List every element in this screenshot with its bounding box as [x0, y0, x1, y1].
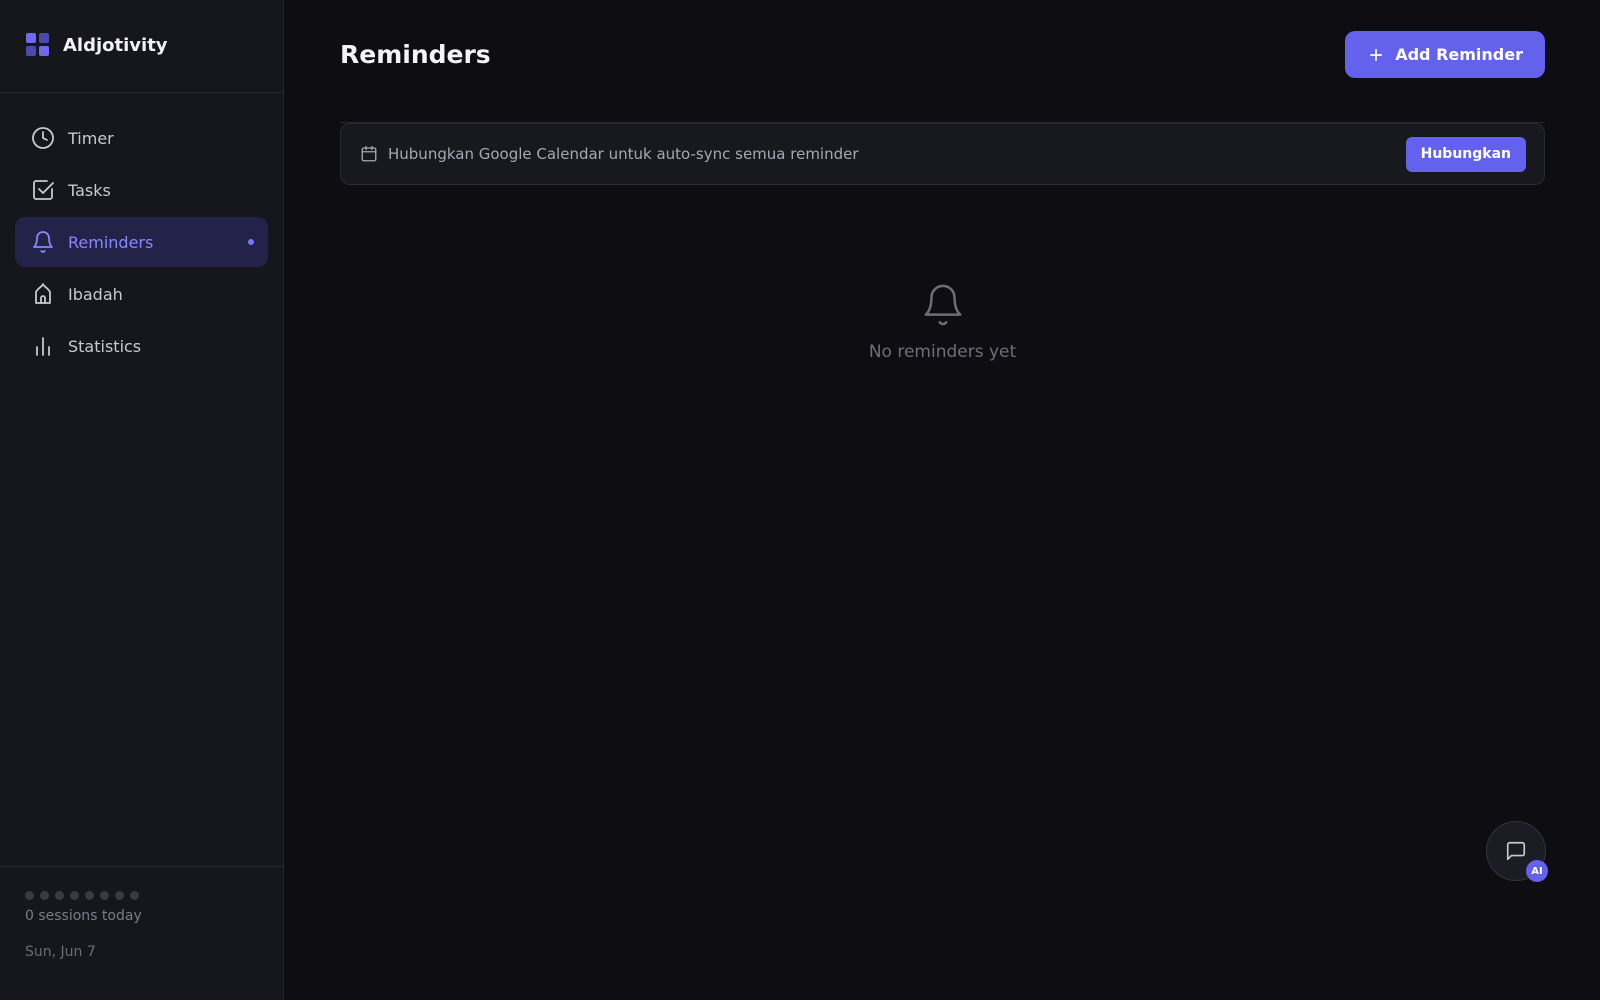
sidebar-item-statistics[interactable]: Statistics	[15, 321, 268, 371]
sessions-count: 0 sessions today	[25, 908, 142, 924]
banner-text: Hubungkan Google Calendar untuk auto-syn…	[388, 145, 859, 163]
app-name: Aldjotivity	[63, 34, 168, 56]
session-dot	[40, 891, 49, 900]
sidebar-nav: Timer Tasks Reminders Ibadah Statistics	[0, 93, 283, 371]
calendar-sync-banner: Hubungkan Google Calendar untuk auto-syn…	[340, 123, 1545, 185]
checkbox-icon	[30, 177, 56, 203]
clock-icon	[30, 125, 56, 151]
sidebar-item-ibadah[interactable]: Ibadah	[15, 269, 268, 319]
session-dot	[25, 891, 34, 900]
plus-icon	[1367, 46, 1385, 64]
connect-calendar-button[interactable]: Hubungkan	[1405, 136, 1526, 172]
add-reminder-label: Add Reminder	[1395, 45, 1523, 64]
sidebar-item-label: Statistics	[68, 336, 142, 356]
app-logo-icon	[26, 33, 50, 57]
session-dot	[70, 891, 79, 900]
current-date: Sun, Jun 7	[25, 944, 96, 960]
bar-chart-icon	[30, 333, 56, 359]
session-dot	[100, 891, 109, 900]
page-header: Reminders Add Reminder	[340, 0, 1545, 123]
sidebar-item-label: Tasks	[68, 180, 111, 200]
mosque-icon	[30, 281, 56, 307]
bell-icon	[340, 282, 1545, 328]
session-dot	[55, 891, 64, 900]
sidebar-item-tasks[interactable]: Tasks	[15, 165, 268, 215]
sidebar-item-reminders[interactable]: Reminders	[15, 217, 268, 267]
session-progress-dots	[25, 891, 260, 900]
calendar-icon	[360, 145, 378, 163]
page-title: Reminders	[340, 40, 491, 69]
session-dot	[115, 891, 124, 900]
empty-state: No reminders yet	[340, 282, 1545, 362]
empty-state-text: No reminders yet	[868, 342, 1017, 362]
sidebar-footer: 0 sessions today Sun, Jun 7	[0, 866, 284, 1000]
session-dot	[130, 891, 139, 900]
brand[interactable]: Aldjotivity	[0, 0, 283, 93]
sidebar: Aldjotivity Timer Tasks Reminders Ibadah…	[0, 0, 284, 1000]
active-indicator-dot	[248, 239, 254, 245]
chat-bubble-icon	[1505, 840, 1527, 862]
sidebar-item-timer[interactable]: Timer	[15, 113, 268, 163]
sidebar-item-label: Ibadah	[68, 284, 123, 304]
session-dot	[85, 891, 94, 900]
sidebar-item-label: Timer	[68, 128, 114, 148]
sidebar-item-label: Reminders	[68, 232, 154, 252]
main-content: Reminders Add Reminder Hubungkan Google …	[340, 0, 1545, 362]
ai-chat-button[interactable]: AI	[1486, 821, 1548, 882]
ai-badge: AI	[1526, 860, 1548, 882]
add-reminder-button[interactable]: Add Reminder	[1345, 31, 1545, 78]
bell-icon	[30, 229, 56, 255]
